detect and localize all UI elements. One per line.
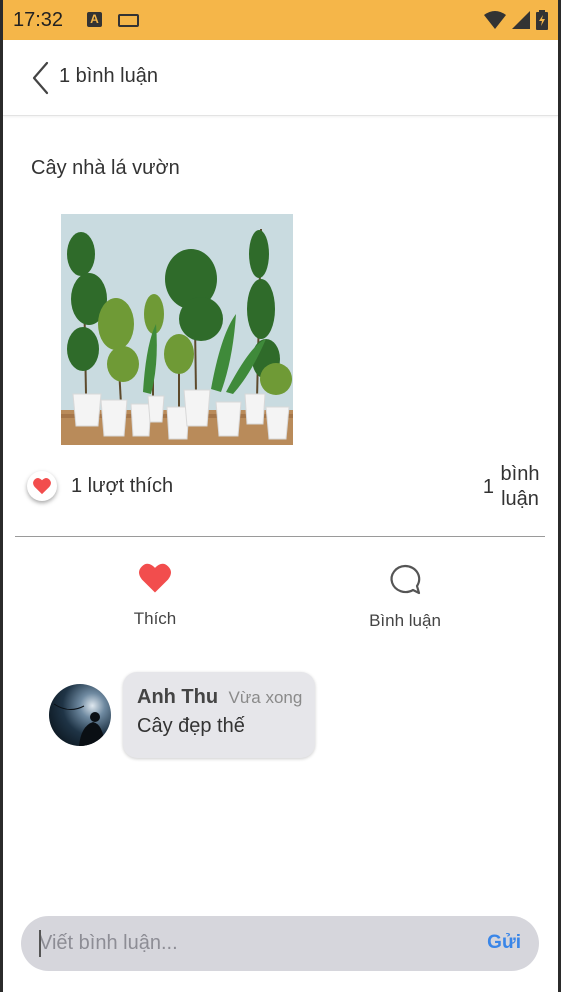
comment-composer: Gửi xyxy=(21,916,539,971)
post-photo[interactable] xyxy=(61,214,293,445)
app-screen: 17:32 A 1 bình luận Cây nhà lá vườn 1 lư… xyxy=(3,0,558,992)
reaction-summary: 1 lượt thích 1 bình luận xyxy=(27,463,542,510)
post-text: Cây nhà lá vườn xyxy=(31,157,180,179)
comment-text: Cây đẹp thế xyxy=(137,715,245,737)
wifi-icon xyxy=(484,11,506,29)
battery-icon xyxy=(536,10,548,30)
avatar[interactable] xyxy=(49,684,111,746)
user-avatar-image xyxy=(49,684,111,746)
page-title: 1 bình luận xyxy=(59,65,158,87)
comments-count-label[interactable]: bình luận xyxy=(498,462,542,512)
chevron-left-icon[interactable] xyxy=(29,60,53,96)
keyboard-icon xyxy=(118,14,139,27)
comment-author[interactable]: Anh Thu xyxy=(137,686,218,708)
comment-time: Vừa xong xyxy=(228,688,303,707)
top-bar: 1 bình luận xyxy=(3,40,558,116)
a-notification-icon: A xyxy=(87,12,102,27)
status-time: 17:32 xyxy=(13,8,64,31)
likes-count-label[interactable]: 1 lượt thích xyxy=(71,475,173,498)
comments-count[interactable]: 1 xyxy=(483,476,494,499)
status-bar: 17:32 A xyxy=(3,0,558,40)
potted-plants-photo xyxy=(61,214,293,445)
comment-bubble: Anh Thu Vừa xong Cây đẹp thế xyxy=(123,672,315,758)
comment-input[interactable] xyxy=(39,916,459,971)
heart-icon xyxy=(139,563,171,593)
comment-button-label: Bình luận xyxy=(369,611,441,630)
like-button-label: Thích xyxy=(133,609,177,628)
like-count-heart-icon xyxy=(27,471,57,501)
cell-signal-icon xyxy=(512,11,530,29)
status-icons xyxy=(484,10,548,30)
comments-word-line-1: bình xyxy=(500,463,540,485)
text-cursor xyxy=(39,930,41,957)
speech-bubble-icon xyxy=(390,564,421,595)
comments-word-line-2: luận xyxy=(501,488,539,510)
comment-button[interactable]: Bình luận xyxy=(345,562,465,631)
like-button[interactable]: Thích xyxy=(95,562,215,629)
send-button[interactable]: Gửi xyxy=(487,932,521,954)
divider xyxy=(15,536,545,537)
